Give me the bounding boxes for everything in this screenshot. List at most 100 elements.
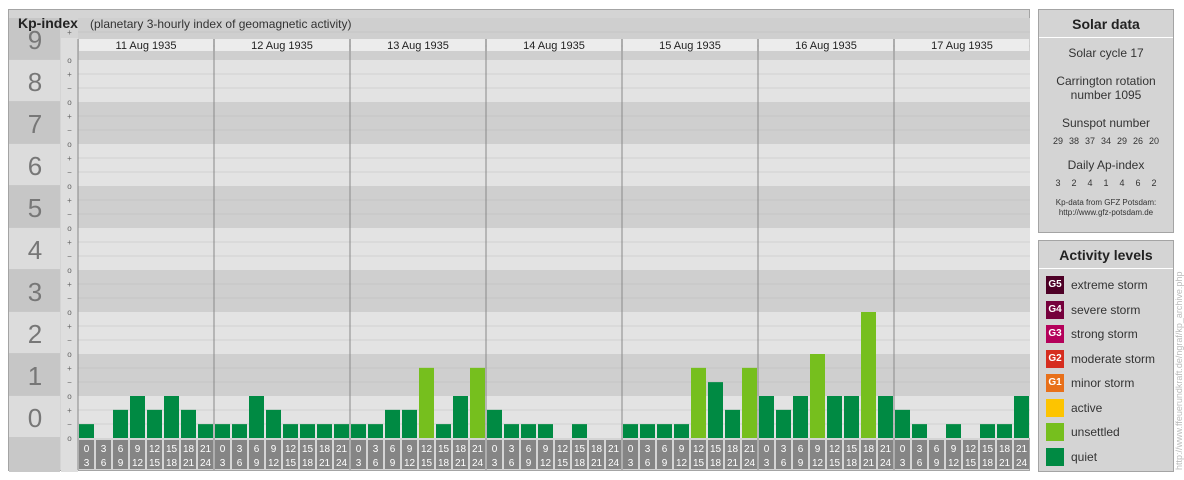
- hour-start-label: 21: [880, 444, 892, 455]
- y-axis-minor-label: o: [67, 392, 72, 401]
- hour-end-label: 18: [438, 458, 450, 469]
- hour-start-label: 21: [744, 444, 756, 455]
- y-axis-minor-label: +: [67, 196, 72, 205]
- day-label: 14 Aug 1935: [523, 40, 585, 52]
- day-label: 16 Aug 1935: [795, 40, 857, 52]
- hour-start-label: 18: [455, 444, 467, 455]
- ap-index-label: Daily Ap-index: [1067, 158, 1145, 172]
- kp-band-5: [78, 186, 1030, 228]
- hour-end-label: 18: [574, 458, 586, 469]
- kp-bar: [640, 424, 655, 438]
- kp-bar: [980, 424, 995, 438]
- hour-end-label: 6: [645, 458, 651, 469]
- kp-bar: [317, 424, 332, 438]
- activity-label: minor storm: [1071, 376, 1135, 390]
- hour-end-label: 3: [356, 458, 362, 469]
- sunspot-label: Sunspot number: [1061, 116, 1151, 130]
- hour-start-label: 9: [135, 444, 141, 455]
- kp-bar: [623, 424, 638, 438]
- hour-end-label: 12: [676, 458, 688, 469]
- hour-start-label: 15: [438, 444, 450, 455]
- y-axis-minor-label: +: [67, 70, 72, 79]
- y-axis-minor-label: o: [67, 434, 72, 443]
- hour-start-label: 9: [407, 444, 413, 455]
- kp-bar: [844, 396, 859, 438]
- kp-bar: [215, 424, 230, 438]
- hour-end-label: 24: [1016, 458, 1028, 469]
- y-axis-major-label: 7: [28, 109, 42, 139]
- kp-bar: [657, 424, 672, 438]
- sunspot-number-6: 20: [1148, 136, 1159, 146]
- kp-band-6: [78, 144, 1030, 186]
- hour-start-label: 12: [693, 444, 705, 455]
- hour-start-label: 3: [645, 444, 651, 455]
- hour-start-label: 0: [628, 444, 634, 455]
- activity-swatch: G3: [1046, 325, 1064, 343]
- kp-bar: [504, 424, 519, 438]
- activity-label: quiet: [1071, 449, 1098, 464]
- hour-start-label: 15: [710, 444, 722, 455]
- hour-start-label: 0: [84, 444, 90, 455]
- hour-start-label: 9: [679, 444, 685, 455]
- ap-value-1: 2: [1071, 178, 1077, 188]
- hour-end-label: 24: [744, 458, 756, 469]
- y-axis-minor-label: o: [67, 182, 72, 191]
- sunspot-numbers: 29 38 37 34 29 26 20: [1039, 136, 1173, 146]
- hour-end-label: 15: [421, 458, 433, 469]
- activity-label: severe storm: [1071, 302, 1141, 317]
- hour-start-label: 3: [237, 444, 243, 455]
- hour-end-label: 6: [237, 458, 243, 469]
- kp-bar: [266, 409, 281, 438]
- y-axis-minor-label: −: [67, 294, 72, 303]
- hour-end-label: 18: [710, 458, 722, 469]
- kp-bar: [776, 409, 791, 438]
- hour-end-label: 21: [999, 458, 1011, 469]
- chart-subtitle: (planetary 3-hourly index of geomagnetic…: [90, 17, 352, 31]
- y-axis-major-label: 5: [28, 193, 42, 223]
- kp-bar: [521, 424, 536, 438]
- y-axis-major-label: 6: [28, 151, 42, 181]
- kp-band-4: [78, 228, 1030, 270]
- activity-level-severe-storm: G4 severe storm: [1046, 300, 1141, 319]
- y-axis-minor-label: +: [67, 322, 72, 331]
- hour-end-label: 21: [183, 458, 195, 469]
- kp-bar: [402, 409, 417, 438]
- hour-end-label: 15: [149, 458, 161, 469]
- source-link[interactable]: http://www.gfz-potsdam.de: [1039, 208, 1173, 218]
- y-axis-minor-label: +: [67, 406, 72, 415]
- activity-label: extreme storm: [1071, 278, 1148, 292]
- source-line1: Kp-data from GFZ Potsdam:: [1055, 198, 1157, 207]
- hour-end-label: 15: [557, 458, 569, 469]
- hour-start-label: 12: [285, 444, 297, 455]
- kp-bar: [793, 396, 808, 438]
- hour-end-label: 6: [781, 458, 787, 469]
- solar-cycle: Solar cycle 17: [1068, 46, 1144, 60]
- sunspot-number-5: 26: [1132, 136, 1143, 146]
- activity-level-minor-storm: G1 minor storm: [1046, 374, 1134, 392]
- kp-bar: [861, 312, 876, 438]
- day-label: 12 Aug 1935: [251, 40, 313, 52]
- hour-end-label: 9: [526, 458, 532, 469]
- hour-start-label: 0: [356, 444, 362, 455]
- kp-bar: [674, 424, 689, 438]
- hour-start-label: 3: [509, 444, 515, 455]
- kp-bar: [334, 424, 349, 438]
- hour-start-label: 12: [421, 444, 433, 455]
- y-axis-minor-label: o: [67, 98, 72, 107]
- hour-end-label: 12: [268, 458, 280, 469]
- kp-bar: [283, 424, 298, 438]
- hour-end-label: 12: [812, 458, 824, 469]
- kp-bar: [181, 409, 196, 438]
- hour-start-label: 18: [183, 444, 195, 455]
- hour-start-label: 3: [373, 444, 379, 455]
- hour-start-label: 6: [254, 444, 260, 455]
- ap-value-3: 1: [1103, 178, 1109, 188]
- hour-end-label: 3: [492, 458, 498, 469]
- kp-bar: [368, 424, 383, 438]
- hour-end-label: 3: [220, 458, 226, 469]
- kp-bar: [487, 409, 502, 438]
- y-axis-minor-label: o: [67, 350, 72, 359]
- day-label: 11 Aug 1935: [116, 40, 177, 52]
- hour-start-label: 9: [543, 444, 549, 455]
- hour-end-label: 21: [591, 458, 603, 469]
